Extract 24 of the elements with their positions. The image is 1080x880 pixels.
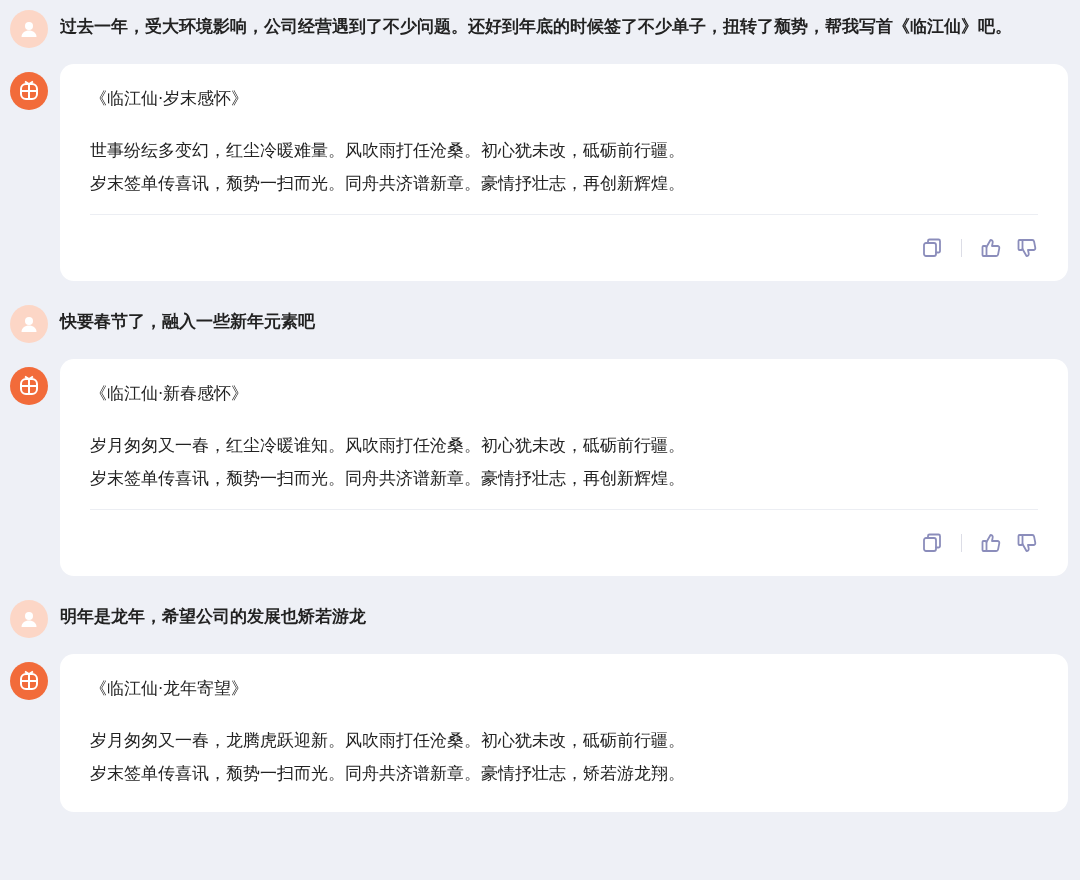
- poem-title: 《临江仙·新春感怀》: [90, 383, 250, 405]
- person-icon: [19, 19, 39, 39]
- user-message: 快要春节了，融入一些新年元素吧: [60, 311, 315, 333]
- poem-line: 世事纷纭多变幻，红尘冷暖难量。风吹雨打任沧桑。初心犹未改，砥砺前行疆。: [90, 140, 686, 162]
- copy-button[interactable]: [921, 237, 943, 259]
- user-message: 过去一年，受大环境影响，公司经营遇到了不少问题。还好到年底的时候签了不少单子，扭转了颓势，帮我写首《临江仙》吧。: [60, 16, 1012, 38]
- poem-title: 《临江仙·龙年寄望》: [90, 678, 250, 700]
- thumbs-down-button[interactable]: [1016, 237, 1038, 259]
- poem-line: 岁末签单传喜讯，颓势一扫而光。同舟共济谱新章。豪情抒壮志，再创新辉煌。: [90, 468, 686, 490]
- bot-logo-icon: [17, 669, 41, 693]
- poem-line: 岁末签单传喜讯，颓势一扫而光。同舟共济谱新章。豪情抒壮志，再创新辉煌。: [90, 173, 686, 195]
- poem-title: 《临江仙·岁末感怀》: [90, 88, 250, 110]
- person-icon: [19, 609, 39, 629]
- thumbs-up-button[interactable]: [980, 532, 1002, 554]
- user-message: 明年是龙年，希望公司的发展也矫若游龙: [60, 606, 366, 628]
- poem-line: 岁月匆匆又一春，红尘冷暖谁知。风吹雨打任沧桑。初心犹未改，砥砺前行疆。: [90, 435, 686, 457]
- poem-line: 岁月匆匆又一春，龙腾虎跃迎新。风吹雨打任沧桑。初心犹未改，砥砺前行疆。: [90, 730, 686, 752]
- bot-logo-icon: [17, 374, 41, 398]
- thumbs-down-button[interactable]: [1016, 532, 1038, 554]
- bot-logo-icon: [17, 79, 41, 103]
- poem-line: 岁末签单传喜讯，颓势一扫而光。同舟共济谱新章。豪情抒壮志，矫若游龙翔。: [90, 763, 686, 785]
- copy-button[interactable]: [921, 532, 943, 554]
- person-icon: [19, 314, 39, 334]
- thumbs-up-button[interactable]: [980, 237, 1002, 259]
